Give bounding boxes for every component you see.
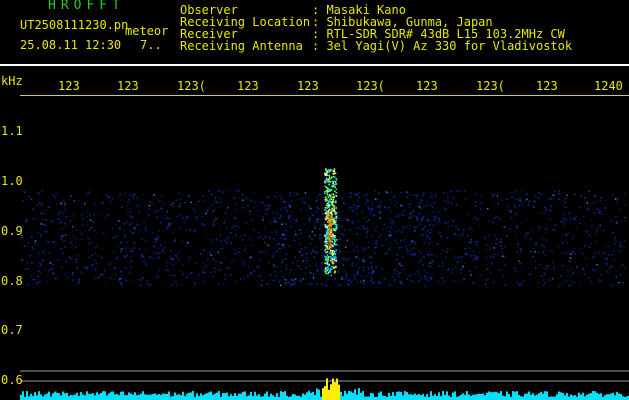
top-axis-line: [20, 95, 629, 96]
y-tick-0.9: 0.9: [1, 224, 23, 238]
noise-field: [20, 190, 627, 287]
x-tick: 1240: [594, 79, 623, 93]
x-tick: 123(: [177, 79, 206, 93]
spectrogram: [0, 64, 629, 400]
x-tick: 123: [416, 79, 438, 93]
y-tick-0.7: 0.7: [1, 323, 23, 337]
x-tick: 123: [117, 79, 139, 93]
top-separator: [0, 64, 629, 66]
level-trace: [20, 378, 629, 400]
x-tick: 123: [58, 79, 80, 93]
y-unit-label: kHz: [1, 74, 23, 88]
x-tick: 123: [536, 79, 558, 93]
y-tick-1.1: 1.1: [1, 124, 23, 138]
y-tick-1.0: 1.0: [1, 174, 23, 188]
x-tick: 123(: [356, 79, 385, 93]
x-tick: 123(: [476, 79, 505, 93]
y-tick-0.8: 0.8: [1, 274, 23, 288]
x-tick: 123: [297, 79, 319, 93]
meteor-echo: [324, 168, 338, 275]
y-tick-0.6: 0.6: [1, 373, 23, 387]
x-tick: 123: [237, 79, 259, 93]
